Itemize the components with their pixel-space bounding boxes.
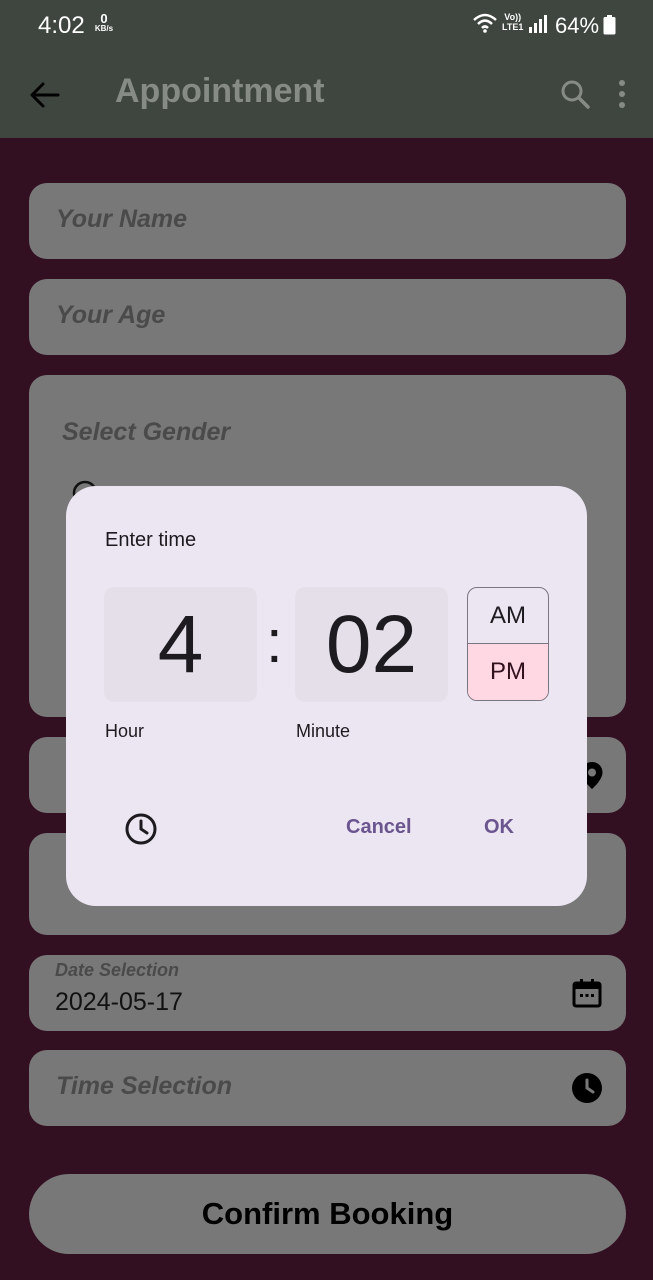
date-label: Date Selection xyxy=(55,960,180,980)
wifi-icon xyxy=(473,13,497,33)
page-title: Appointment xyxy=(115,72,325,110)
age-placeholder: Your Age xyxy=(56,301,166,329)
network-speed-unit: KB/s xyxy=(94,24,114,33)
time-separator: : xyxy=(266,608,283,675)
more-vert-icon[interactable] xyxy=(611,78,633,110)
date-value: 2024-05-17 xyxy=(55,988,183,1016)
battery-icon xyxy=(603,15,616,35)
volte-bottom: LTE1 xyxy=(502,22,524,32)
clock-mode-icon[interactable] xyxy=(124,812,158,846)
calendar-icon[interactable] xyxy=(571,977,603,1009)
gender-label: Select Gender xyxy=(62,418,231,446)
signal-icon xyxy=(529,15,547,33)
ok-button[interactable]: OK xyxy=(484,816,514,839)
search-icon[interactable] xyxy=(559,78,591,110)
status-time: 4:02 xyxy=(38,12,85,39)
pm-option[interactable]: PM xyxy=(468,644,548,700)
hour-input[interactable]: 4 xyxy=(104,587,257,702)
battery-level: 64% xyxy=(555,13,600,38)
confirm-booking-label: Confirm Booking xyxy=(201,1196,454,1231)
clock-icon[interactable] xyxy=(571,1072,603,1104)
time-field[interactable]: Time Selection xyxy=(29,1050,626,1126)
confirm-booking-button[interactable]: Confirm Booking xyxy=(29,1174,626,1254)
hour-caption: Hour xyxy=(105,721,145,741)
app-bar xyxy=(0,50,653,138)
minute-caption: Minute xyxy=(296,721,351,741)
network-speed: 0 KB/s xyxy=(91,12,117,33)
back-arrow-icon[interactable] xyxy=(28,78,62,112)
dialog-title: Enter time xyxy=(105,529,197,551)
cancel-button[interactable]: Cancel xyxy=(346,816,412,839)
name-placeholder: Your Name xyxy=(56,205,188,233)
date-field[interactable]: Date Selection 2024-05-17 xyxy=(29,955,626,1031)
age-field[interactable]: Your Age xyxy=(29,279,626,355)
time-placeholder: Time Selection xyxy=(56,1072,232,1100)
time-picker-dialog: Enter time 4 : 02 AM PM Hour Minute Canc… xyxy=(66,486,587,906)
volte-top: Vo)) xyxy=(504,12,522,22)
name-field[interactable]: Your Name xyxy=(29,183,626,259)
am-pm-toggle: AM PM xyxy=(467,587,549,701)
status-bar: 4:02 0 KB/s Vo)) LTE1 64% xyxy=(0,0,653,50)
am-option[interactable]: AM xyxy=(468,588,548,644)
minute-input[interactable]: 02 xyxy=(295,587,448,702)
volte-icon: Vo)) LTE1 xyxy=(502,12,523,32)
